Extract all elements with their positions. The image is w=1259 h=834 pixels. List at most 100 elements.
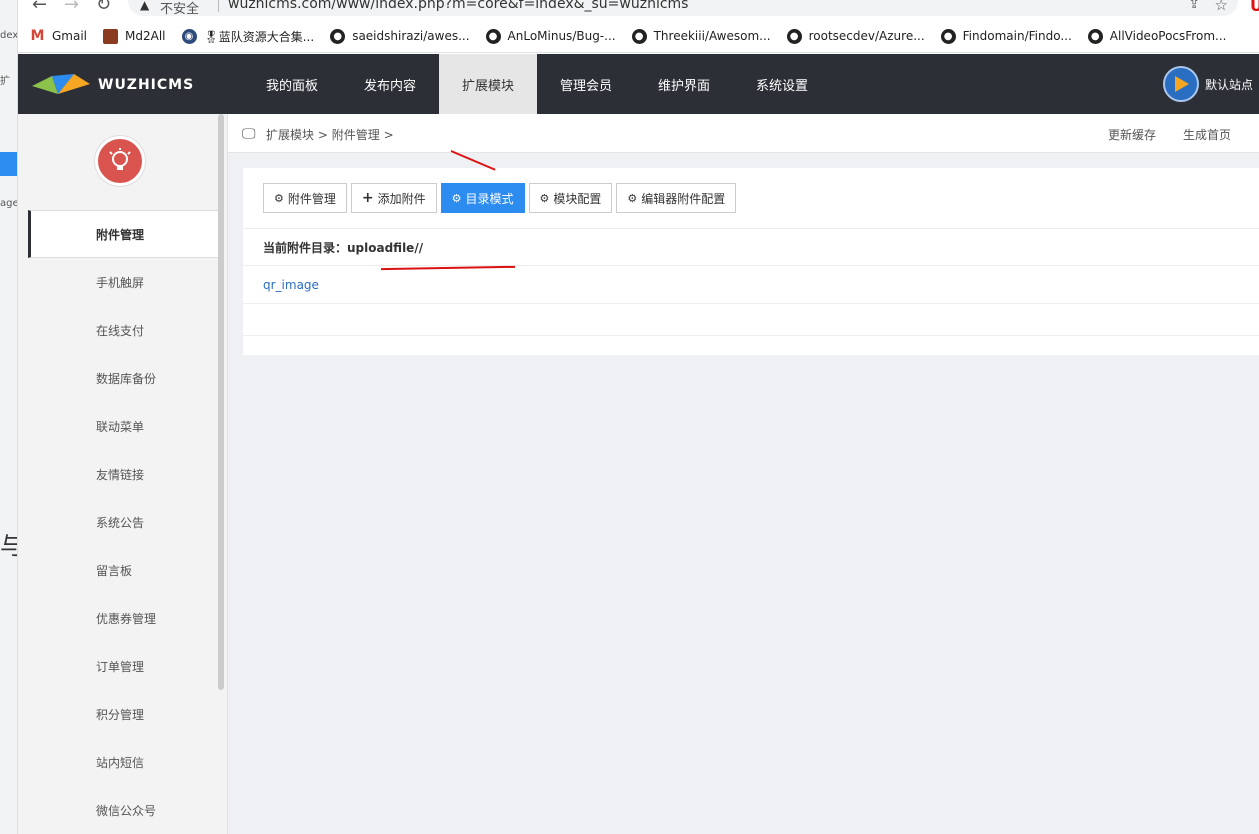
sidebar-item-orders[interactable]: 订单管理 — [28, 642, 220, 690]
site-switcher[interactable]: 默认站点 — [1162, 66, 1253, 102]
nav-extensions[interactable]: 扩展模块 — [439, 54, 537, 114]
bookmark-github-3[interactable]: ● Threekiii/Awesom... — [631, 28, 771, 44]
url-separator — [218, 0, 219, 12]
address-bar-area: ← → ↻ ▲ 不安全 wuzhicms.com/www/index.php?m… — [18, 0, 1259, 20]
lightbulb-icon — [109, 148, 131, 170]
empty-row — [243, 304, 1259, 336]
bookmark-label: Md2All — [125, 29, 166, 43]
sidebar-item-links[interactable]: 友情链接 — [28, 450, 220, 498]
back-icon[interactable]: ← — [32, 0, 47, 15]
url-bar[interactable]: ▲ 不安全 wuzhicms.com/www/index.php?m=core&… — [128, 0, 1238, 17]
button-label: 目录模式 — [465, 191, 514, 206]
attachment-panel: ⚙ 附件管理 + 添加附件 ⚙ 目录模式 ⚙ 模块配置 ⚙ 编辑器附件配置 当前… — [243, 168, 1259, 355]
breadcrumb-extensions[interactable]: 扩展模块 — [266, 128, 314, 142]
button-label: 编辑器附件配置 — [641, 191, 726, 206]
strip-text: dex — [0, 30, 18, 41]
top-nav: 我的面板 发布内容 扩展模块 管理会员 维护界面 系统设置 — [243, 54, 831, 114]
update-cache-link[interactable]: 更新缓存 — [1108, 126, 1156, 143]
play-icon — [1174, 76, 1189, 92]
logo-icon — [32, 74, 90, 94]
monitor-icon: 🖵 — [242, 126, 256, 142]
gears-icon: ⚙ — [451, 191, 462, 205]
sidebar-item-db-backup[interactable]: 数据库备份 — [28, 354, 220, 402]
bookmark-github-6[interactable]: ● AllVideoPocsFrom... — [1087, 28, 1227, 44]
bookmark-github-2[interactable]: ● AnLoMinus/Bug-... — [485, 28, 616, 44]
bookmark-md2all[interactable]: Md2All — [103, 28, 166, 44]
sidebar-item-linkage-menu[interactable]: 联动菜单 — [28, 402, 220, 450]
strip-text: age/ — [0, 198, 17, 209]
breadcrumb-separator: > — [383, 128, 394, 142]
insecure-label: 不安全 — [160, 2, 200, 17]
sidebar-item-messages[interactable]: 站内短信 — [28, 738, 220, 786]
bookmark-github-5[interactable]: ● Findomain/Findo... — [940, 28, 1072, 44]
bookmark-gmail[interactable]: M Gmail — [30, 28, 88, 44]
add-attachment-button[interactable]: + 添加附件 — [350, 183, 437, 213]
extension-icon[interactable]: U — [1250, 0, 1259, 15]
gears-icon: ⚙ — [627, 191, 638, 205]
github-icon: ● — [330, 28, 346, 44]
sidebar-item-notices[interactable]: 系统公告 — [28, 498, 220, 546]
sidebar-item-guestbook[interactable]: 留言板 — [28, 546, 220, 594]
github-icon: ● — [485, 28, 501, 44]
breadcrumb: 扩展模块 > 附件管理 > — [266, 126, 394, 143]
github-icon: ● — [786, 28, 802, 44]
strip-badge — [0, 152, 17, 176]
url-text[interactable]: wuzhicms.com/www/index.php?m=core&f=inde… — [228, 0, 688, 12]
list-item: qr_image — [243, 266, 1259, 304]
nav-publish[interactable]: 发布内容 — [341, 54, 439, 114]
breadcrumb-attachments[interactable]: 附件管理 — [332, 128, 380, 142]
module-avatar — [95, 136, 145, 186]
module-config-button[interactable]: ⚙ 模块配置 — [528, 183, 613, 213]
attachment-manage-button[interactable]: ⚙ 附件管理 — [263, 183, 347, 213]
site-avatar — [1162, 66, 1199, 102]
nav-dashboard[interactable]: 我的面板 — [243, 54, 341, 114]
sidebar-item-payment[interactable]: 在线支付 — [28, 306, 220, 354]
reload-icon[interactable]: ↻ — [96, 0, 111, 15]
main-content: 🖵 扩展模块 > 附件管理 > 更新缓存 生成首页 ⚙ 附件管理 + 添加附件 … — [228, 114, 1259, 834]
bookmark-blue-team[interactable]: ◉ 🎖蓝队资源大合集... — [181, 28, 315, 45]
github-icon: ● — [631, 28, 647, 44]
background-window-strip: dex 扩 age/ 与 — [0, 0, 18, 834]
bookmark-label: AllVideoPocsFrom... — [1109, 29, 1227, 43]
sidebar-item-points[interactable]: 积分管理 — [28, 690, 220, 738]
strip-text: 与 — [0, 526, 17, 561]
bookmark-label: AnLoMinus/Bug-... — [507, 29, 616, 43]
nav-settings[interactable]: 系统设置 — [733, 54, 831, 114]
github-icon: ● — [1087, 28, 1103, 44]
breadcrumb-bar: 🖵 扩展模块 > 附件管理 > 更新缓存 生成首页 — [228, 114, 1259, 153]
sidebar: 附件管理 手机触屏 在线支付 数据库备份 联动菜单 友情链接 系统公告 留言板 … — [18, 114, 228, 834]
bookmark-label: Gmail — [52, 29, 88, 43]
site-icon: ◉ — [181, 28, 197, 44]
generate-home-link[interactable]: 生成首页 — [1183, 126, 1231, 143]
sidebar-item-wechat[interactable]: 微信公众号 — [28, 786, 220, 834]
sidebar-scrollbar[interactable] — [218, 114, 224, 690]
cms-header: WUZHICMS 我的面板 发布内容 扩展模块 管理会员 维护界面 系统设置 默… — [18, 54, 1259, 114]
button-label: 附件管理 — [287, 191, 336, 206]
logo[interactable]: WUZHICMS — [32, 72, 194, 98]
sidebar-item-mobile[interactable]: 手机触屏 — [28, 258, 220, 306]
warning-icon: ▲ — [140, 0, 150, 12]
md2all-icon — [103, 28, 119, 44]
editor-attachment-config-button[interactable]: ⚙ 编辑器附件配置 — [616, 183, 737, 213]
button-label: 添加附件 — [377, 191, 426, 206]
gmail-icon: M — [30, 28, 45, 44]
bookmark-star-icon[interactable]: ☆ — [1215, 0, 1228, 14]
bookmark-label: rootsecdev/Azure... — [808, 29, 925, 43]
plus-icon: + — [361, 190, 374, 206]
nav-members[interactable]: 管理会员 — [537, 54, 635, 114]
bookmark-label: Findomain/Findo... — [962, 29, 1072, 43]
directory-mode-button[interactable]: ⚙ 目录模式 — [440, 183, 525, 213]
sidebar-item-coupons[interactable]: 优惠券管理 — [28, 594, 220, 642]
directory-link-qr-image[interactable]: qr_image — [263, 278, 319, 292]
bookmark-github-1[interactable]: ● saeidshirazi/awes... — [330, 28, 470, 44]
logo-text: WUZHICMS — [98, 77, 195, 93]
sidebar-item-attachments[interactable]: 附件管理 — [28, 210, 220, 258]
share-icon[interactable]: ⇪ — [1188, 0, 1200, 12]
bookmark-label: Threekiii/Awesom... — [653, 29, 771, 43]
nav-maintenance[interactable]: 维护界面 — [635, 54, 733, 114]
bookmark-label: 🎖蓝队资源大合集... — [203, 29, 315, 44]
bookmark-label: saeidshirazi/awes... — [352, 29, 470, 43]
gears-icon: ⚙ — [274, 191, 284, 205]
forward-icon[interactable]: → — [64, 0, 79, 15]
bookmark-github-4[interactable]: ● rootsecdev/Azure... — [786, 28, 925, 44]
